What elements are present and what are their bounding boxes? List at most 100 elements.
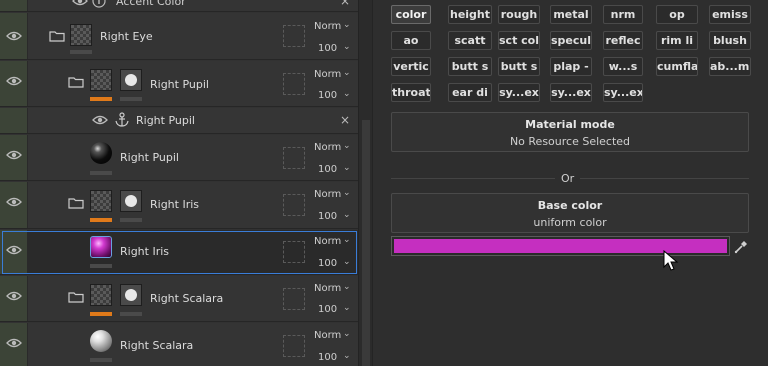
base-color-box[interactable]: Base color uniform color <box>391 193 749 233</box>
opacity-select[interactable]: 100 ⌄ <box>318 257 351 269</box>
channel-chip-0-1[interactable]: height <box>448 5 492 24</box>
layer-name: Right Scalara <box>150 292 224 305</box>
layer-thumbnail[interactable] <box>90 284 112 306</box>
visibility-column <box>0 0 28 11</box>
folder-icon[interactable] <box>49 30 65 42</box>
blend-mode-select[interactable]: Norm ⌄ <box>314 68 351 80</box>
channel-chip-1-3[interactable]: specul <box>550 31 592 50</box>
layer-row-right-iris-group[interactable]: Right Iris Norm ⌄ 100 ⌄ <box>0 182 358 229</box>
layer-row-right-scalara[interactable]: Right Scalara Norm ⌄ 100 ⌄ <box>0 323 358 366</box>
layer-name: Accent Color <box>116 0 186 8</box>
channel-chip-3-3[interactable]: sy...ex <box>550 83 592 102</box>
layer-name: Right Scalara <box>120 339 194 352</box>
material-sphere-thumbnail[interactable] <box>90 236 112 258</box>
blend-mode-select[interactable]: Norm ⌄ <box>314 235 351 247</box>
or-label: Or <box>555 172 581 185</box>
blend-mode-select[interactable]: Norm ⌄ <box>314 20 351 32</box>
close-icon[interactable]: × <box>340 113 350 127</box>
visibility-column <box>0 108 28 133</box>
channel-chip-1-5[interactable]: rim li <box>656 31 698 50</box>
eye-icon[interactable] <box>6 150 22 160</box>
channel-chip-0-6[interactable]: emiss <box>709 5 751 24</box>
blend-mode-select[interactable]: Norm ⌄ <box>314 282 351 294</box>
mask-thumbnail[interactable] <box>120 284 142 306</box>
channel-chip-3-0[interactable]: throat <box>391 83 431 102</box>
channel-chip-2-5[interactable]: cumfla <box>656 57 698 76</box>
base-color-swatch[interactable] <box>391 236 730 256</box>
layer-row-right-eye[interactable]: Right Eye Norm ⌄ 100 ⌄ <box>0 13 358 60</box>
blend-mode-preview <box>283 241 305 263</box>
layer-thumbnail[interactable] <box>90 69 112 91</box>
folder-icon[interactable] <box>68 291 84 303</box>
layer-name: Right Iris <box>120 245 170 258</box>
opacity-select[interactable]: 100 ⌄ <box>318 42 351 54</box>
mask-thumbnail-bar <box>120 97 142 101</box>
channel-chip-3-1[interactable]: ear di <box>448 83 492 102</box>
channel-chip-1-4[interactable]: reflec <box>603 31 643 50</box>
blend-mode-preview <box>283 335 305 357</box>
layer-row-right-scalara-group[interactable]: Right Scalara Norm ⌄ 100 ⌄ <box>0 276 358 322</box>
channel-chip-3-2[interactable]: sy...ex <box>498 83 540 102</box>
opacity-select[interactable]: 100 ⌄ <box>318 163 351 175</box>
blend-mode-preview <box>283 288 305 310</box>
channel-chip-1-2[interactable]: sct col <box>498 31 540 50</box>
channel-chip-1-0[interactable]: ao <box>391 31 431 50</box>
folder-icon[interactable] <box>68 197 84 209</box>
eye-icon[interactable] <box>92 115 108 125</box>
blend-mode-preview <box>283 194 305 216</box>
layer-panel-scrollbar[interactable] <box>358 0 372 366</box>
opacity-select[interactable]: 100 ⌄ <box>318 210 351 222</box>
layer-row-right-pupil[interactable]: Right Pupil Norm ⌄ 100 ⌄ <box>0 135 358 181</box>
eye-icon[interactable] <box>72 0 88 6</box>
channel-chip-2-2[interactable]: butt s <box>498 57 540 76</box>
layer-row-right-pupil-anchor[interactable]: Right Pupil × <box>0 108 358 134</box>
folder-icon[interactable] <box>68 76 84 88</box>
channel-chip-3-4[interactable]: sy...ex <box>603 83 643 102</box>
channel-chip-1-6[interactable]: blush <box>709 31 751 50</box>
close-icon[interactable]: × <box>340 0 350 8</box>
layer-row-right-iris-selected[interactable]: Right Iris Norm ⌄ 100 ⌄ <box>0 230 358 275</box>
scrollbar-thumb[interactable] <box>362 120 370 366</box>
channel-chip-2-6[interactable]: ab...mi <box>709 57 751 76</box>
channel-chip-0-2[interactable]: rough <box>498 5 540 24</box>
material-sphere-thumbnail[interactable] <box>90 330 112 352</box>
channel-chip-2-4[interactable]: w...s <box>603 57 643 76</box>
channel-chip-0-4[interactable]: nrm <box>603 5 643 24</box>
channel-chip-2-0[interactable]: vertic <box>391 57 431 76</box>
eyedropper-icon[interactable] <box>734 240 748 254</box>
info-icon <box>92 0 106 8</box>
eye-icon[interactable] <box>6 76 22 86</box>
eye-icon[interactable] <box>6 291 22 301</box>
material-mode-box[interactable]: Material mode No Resource Selected <box>391 112 749 152</box>
blend-mode-select[interactable]: Norm ⌄ <box>314 329 351 341</box>
eye-icon[interactable] <box>6 338 22 348</box>
blend-mode-select[interactable]: Norm ⌄ <box>314 141 351 153</box>
layer-row-right-pupil-group[interactable]: Right Pupil Norm ⌄ 100 ⌄ <box>0 61 358 107</box>
layer-thumbnail-bar <box>90 171 112 175</box>
opacity-select[interactable]: 100 ⌄ <box>318 303 351 315</box>
material-sphere-thumbnail[interactable] <box>90 142 112 164</box>
channel-chip-0-5[interactable]: op <box>656 5 698 24</box>
channel-chip-0-3[interactable]: metal <box>550 5 592 24</box>
layer-thumbnail[interactable] <box>90 190 112 212</box>
eye-icon[interactable] <box>6 245 22 255</box>
opacity-select[interactable]: 100 ⌄ <box>318 351 351 363</box>
blend-mode-preview <box>283 73 305 95</box>
mask-thumbnail[interactable] <box>120 69 142 91</box>
base-color-title: Base color <box>537 199 603 212</box>
layer-thumbnail-bar <box>90 358 112 362</box>
channel-chip-1-1[interactable]: scatt <box>448 31 492 50</box>
mask-thumbnail[interactable] <box>120 190 142 212</box>
anchor-icon <box>115 112 129 127</box>
layer-thumbnail[interactable] <box>70 24 92 46</box>
opacity-select[interactable]: 100 ⌄ <box>318 89 351 101</box>
channel-chip-2-1[interactable]: butt s <box>448 57 492 76</box>
material-mode-title: Material mode <box>525 118 615 131</box>
channel-chip-0-0[interactable]: color <box>391 5 431 24</box>
layer-row-partial[interactable]: Accent Color × <box>0 0 358 12</box>
eye-icon[interactable] <box>6 31 22 41</box>
blend-mode-select[interactable]: Norm ⌄ <box>314 188 351 200</box>
eye-icon[interactable] <box>6 197 22 207</box>
properties-panel: color height rough metal nrm op emiss ao scatt sc… <box>372 0 768 366</box>
channel-chip-2-3[interactable]: plap - <box>550 57 592 76</box>
